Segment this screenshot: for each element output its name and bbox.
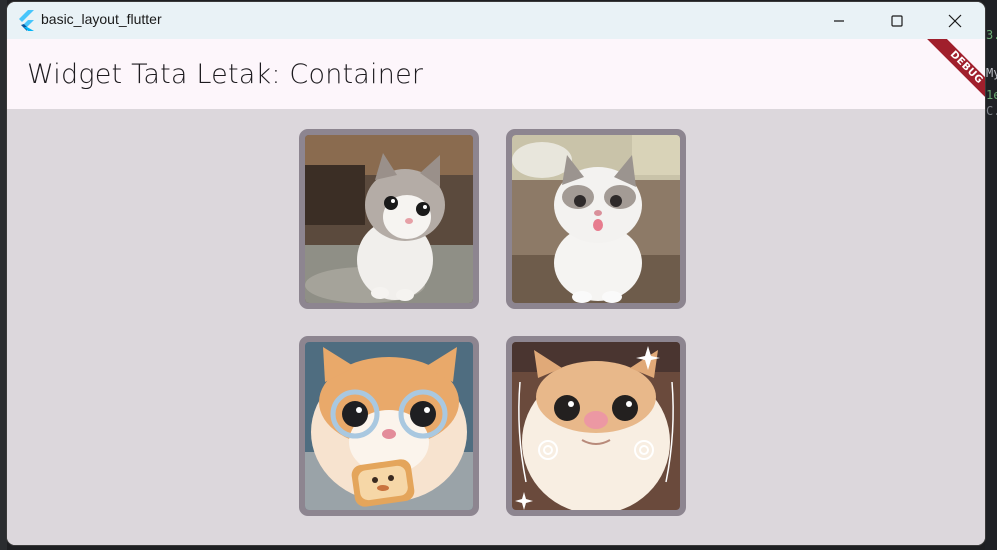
app-window: basic_layout_flutter Widget Tata Letak: … [7,2,985,545]
background-ide-left [0,0,7,550]
cat-image-card [299,336,479,516]
debug-label: DEBUG [922,39,985,112]
debug-banner: DEBUG [905,39,985,119]
app-bar: Widget Tata Letak: Container [7,39,985,109]
title-bar[interactable]: basic_layout_flutter [7,2,985,39]
minimize-icon [834,19,844,22]
maximize-button[interactable] [868,2,926,39]
cat-image-card [506,336,686,516]
kitten-image [305,135,473,303]
white-cat-image [512,135,680,303]
page-title: Widget Tata Letak: Container [27,59,424,90]
minimize-button[interactable] [810,2,868,39]
flutter-logo-icon [19,10,34,31]
maximize-icon [891,14,903,27]
editor-line: C. [986,104,997,118]
editor-line: 1e [986,88,997,102]
background-editor: 3. My 1e C. [985,0,997,550]
close-icon [948,14,962,27]
window-title: basic_layout_flutter [41,11,162,27]
cat-image-card [299,129,479,309]
editor-line: 3. [986,28,997,42]
doodle-cat-image [512,342,680,510]
content-area [7,109,985,545]
glasses-cat-image [305,342,473,510]
cat-image-card [506,129,686,309]
close-button[interactable] [926,2,984,39]
editor-line: My [986,66,997,80]
